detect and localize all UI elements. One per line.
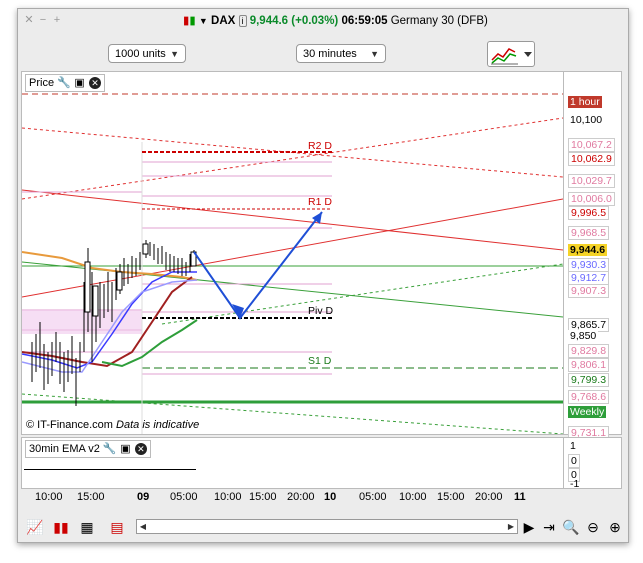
price-axis: 1 hour 10,100 10,067.2 10,062.9 10,029.7…	[564, 71, 622, 440]
indicator-axis-label: -1	[570, 478, 580, 490]
price-pane-header: Price 🔧 ▣ ✕	[25, 74, 106, 92]
weekly-label: Weekly	[568, 406, 607, 418]
indicator-pane-header: 30min EMA v2 🔧 ▣ ✕	[25, 440, 151, 458]
axis-label: 9,806.1	[568, 358, 610, 372]
indicator-axis: 1 0 0 -1	[564, 437, 622, 490]
calendar-icon[interactable]: ▦	[78, 518, 96, 536]
price-pane-title: Price	[29, 77, 55, 89]
scroll-left-icon[interactable]: ◀	[137, 520, 149, 533]
axis-label: 9,768.6	[568, 390, 610, 404]
window-icon[interactable]: ▣	[73, 77, 86, 90]
dropdown-arrow-icon[interactable]: ▼	[199, 16, 208, 26]
axis-label: 10,029.7	[568, 174, 615, 188]
indicator-line	[24, 469, 196, 470]
watermark-source: © IT-Finance.com	[26, 419, 113, 431]
time-tick: 10	[324, 491, 337, 503]
interval-value: 30 minutes	[303, 48, 357, 60]
bar-chart-icon[interactable]: ▤	[108, 518, 126, 536]
clock-time: 06:59:05	[341, 15, 388, 27]
units-value: 1000 units	[115, 48, 166, 60]
axis-label: 10,067.2	[568, 138, 615, 152]
play-icon[interactable]: ▶	[520, 518, 538, 536]
time-tick: 15:00	[249, 491, 277, 503]
chevron-down-icon: ▼	[170, 49, 179, 59]
info-icon[interactable]: i	[238, 15, 247, 27]
close-icon[interactable]: ✕	[134, 443, 147, 455]
s1-level-label: S1 D	[308, 355, 332, 367]
time-tick: 09	[137, 491, 150, 503]
axis-label: 9,850	[568, 330, 599, 342]
time-tick: 11	[514, 491, 526, 503]
axis-label: 9,968.5	[568, 226, 610, 240]
time-tick: 15:00	[77, 491, 105, 503]
maximize-window-icon[interactable]: +	[52, 15, 62, 26]
price-chart[interactable]: Price 🔧 ▣ ✕ R2 D R1 D Piv D S1 D © IT-Fi…	[21, 71, 564, 435]
axis-label: 9,930.3	[568, 258, 610, 272]
toolbar: 1000 units ▼ 30 minutes ▼	[18, 39, 628, 69]
time-scrollbar[interactable]: ◀ ▶	[136, 519, 518, 534]
pivot-level-label: Piv D	[308, 305, 334, 317]
indicator-axis-label: 1	[570, 440, 576, 452]
last-price: 9,944.6 (+0.03%)	[249, 15, 339, 27]
time-tick: 15:00	[437, 491, 465, 503]
interval-select[interactable]: 30 minutes ▼	[296, 44, 386, 63]
axis-label: 10,006.0	[568, 192, 615, 206]
axis-label: 10,062.9	[568, 152, 615, 166]
axis-label: 10,100	[568, 114, 605, 126]
r2-level-label: R2 D	[308, 140, 332, 152]
candlestick-chart-icon[interactable]: ▮▮	[52, 518, 70, 536]
window-title: ▮▮ ▼ DAX i 9,944.6 (+0.03%) 06:59:05 Ger…	[183, 15, 488, 27]
chart-type-icon	[491, 48, 532, 65]
chart-type-button[interactable]	[487, 41, 535, 67]
indicator-pane-title: 30min EMA v2	[29, 443, 100, 455]
scroll-right-icon[interactable]: ▶	[505, 520, 517, 533]
axis-label: 9,799.3	[568, 373, 610, 387]
watermark-note: Data is indicative	[116, 419, 200, 431]
time-tick: 05:00	[359, 491, 387, 503]
watermark: © IT-Finance.com Data is indicative	[24, 419, 201, 431]
chevron-down-icon: ▼	[370, 49, 379, 59]
time-tick: 20:00	[475, 491, 503, 503]
title-bar: ✕ − + ▮▮ ▼ DAX i 9,944.6 (+0.03%) 06:59:…	[18, 9, 628, 31]
wrench-icon[interactable]: 🔧	[103, 443, 117, 456]
close-window-icon[interactable]: ✕	[24, 15, 34, 26]
time-tick: 10:00	[35, 491, 63, 503]
current-price-label: 9,944.6	[568, 244, 608, 256]
wrench-icon[interactable]: 🔧	[57, 77, 71, 90]
scroll-end-icon[interactable]: ⇥	[540, 518, 558, 536]
zoom-in-icon[interactable]: ⊕	[606, 518, 624, 536]
time-axis: 10:00 15:00 09 05:00 10:00 15:00 20:00 1…	[21, 491, 622, 505]
axis-label: 9,829.8	[568, 344, 610, 358]
indicator-pane[interactable]: 30min EMA v2 🔧 ▣ ✕	[21, 437, 564, 489]
market-name: Germany 30 (DFB)	[390, 15, 488, 27]
time-tick: 10:00	[214, 491, 242, 503]
window-icon[interactable]: ▣	[119, 443, 132, 456]
axis-label: 9,912.7	[568, 271, 610, 285]
zoom-fit-icon[interactable]: 🔍	[562, 518, 580, 536]
axis-label: 9,907.3	[568, 284, 610, 298]
minimize-window-icon[interactable]: −	[38, 15, 48, 26]
time-tick: 20:00	[287, 491, 315, 503]
symbol-name: DAX	[211, 15, 236, 27]
time-tick: 05:00	[170, 491, 198, 503]
axis-label-1-hour: 1 hour	[568, 96, 602, 108]
units-select[interactable]: 1000 units ▼	[108, 44, 186, 63]
axis-label: 9,996.5	[568, 206, 610, 220]
zoom-out-icon[interactable]: ⊖	[584, 518, 602, 536]
r1-level-label: R1 D	[308, 196, 332, 208]
close-icon[interactable]: ✕	[89, 77, 102, 89]
price-chart-canvas	[22, 72, 563, 434]
indicator-axis-label: 0	[568, 454, 580, 468]
chart-window: ✕ − + ▮▮ ▼ DAX i 9,944.6 (+0.03%) 06:59:…	[17, 8, 629, 543]
time-tick: 10:00	[399, 491, 427, 503]
chart-line-icon[interactable]: 📈	[26, 518, 44, 536]
bottom-toolbar: 📈 ▮▮ ▦ ▤ ◀ ▶ ▶ ⇥ 🔍 ⊖ ⊕	[18, 513, 628, 541]
